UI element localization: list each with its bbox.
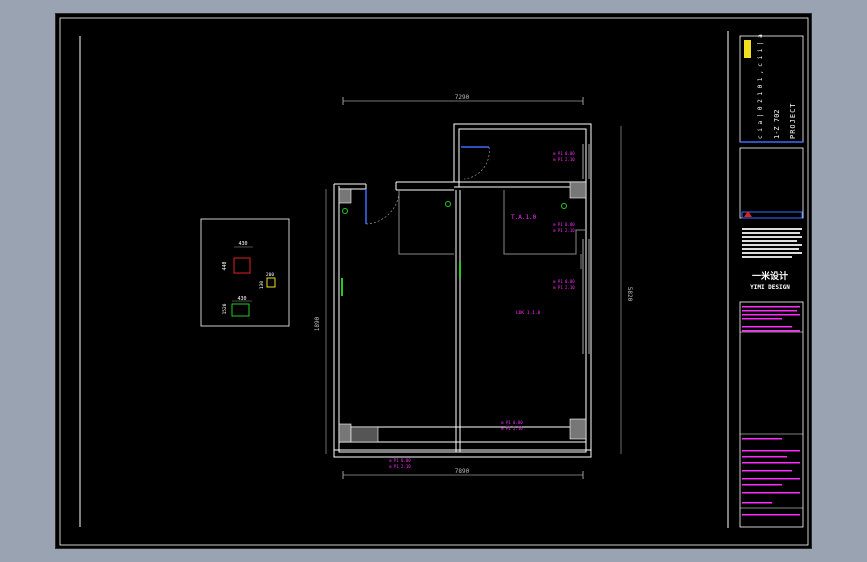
fixture-tag: ⊞ P1 0.80	[553, 151, 575, 156]
fixture-tag: ⊞ P1 2.10	[553, 157, 575, 162]
floor-plan: 7290 7890 1890 5820 T.A.1.0 LDK 1.1.0 ⊞ …	[314, 94, 633, 479]
company-name-cn: 一米设计	[752, 270, 788, 282]
dim-right-label: 5820	[626, 287, 633, 302]
walls	[333, 123, 592, 458]
fixture-tag: ⊞ P1 0.80	[553, 279, 575, 284]
drawing-frame	[59, 17, 809, 546]
detail-green-box	[231, 303, 250, 317]
dim-left-label: 1890	[314, 316, 321, 331]
room-label-upper: T.A.1.0	[511, 214, 537, 221]
detail-dim-mid: 430	[237, 296, 246, 302]
detail-dim-low: 1520	[222, 303, 228, 314]
detail-yellow-box	[266, 277, 276, 288]
fixture-tag: ⊞ P1 0.80	[389, 458, 411, 463]
title-rotated-strip: c i a | 0 2 1 0 1 , c i i | a	[757, 34, 764, 139]
detail-dim-top: 430	[238, 241, 247, 247]
detail-legend: 430 440 200 130 430 1520	[200, 218, 290, 327]
dim-bottom-label: 7890	[455, 468, 470, 475]
dimension-bottom: 7890	[342, 468, 584, 479]
cad-drawing: 7290 7890 1890 5820 T.A.1.0 LDK 1.1.0 ⊞ …	[59, 17, 809, 546]
dim-top-label: 7290	[455, 94, 470, 101]
door-swings	[365, 146, 490, 225]
detail-dim-side: 440	[222, 261, 228, 270]
revision-rows	[742, 306, 800, 516]
title-logo-mark	[744, 40, 751, 58]
title-block: c i a | 0 2 1 0 1 , c i i | a 1-Z 702 PR…	[727, 31, 804, 528]
fixture-tag: ⊞ P1 2.10	[553, 228, 575, 233]
project-code: 1-Z 702	[773, 109, 781, 139]
dimension-left: 1890	[314, 189, 327, 454]
dimension-top: 7290	[342, 94, 584, 105]
company-name-en: YIMI DESIGN	[750, 284, 790, 291]
annotations: T.A.1.0 LDK 1.1.0 ⊞ P1 0.80 ⊞ P1 2.10 ⊞ …	[389, 151, 575, 469]
room-label-center: LDK 1.1.0	[516, 310, 541, 316]
notes-block	[742, 228, 802, 258]
project-word: PROJECT	[789, 102, 797, 139]
fixture-tag: ⊞ P1 0.80	[501, 420, 523, 425]
detail-red-box	[233, 257, 251, 274]
detail-dim-small: 200	[266, 272, 274, 278]
drawing-sheet: 7290 7890 1890 5820 T.A.1.0 LDK 1.1.0 ⊞ …	[55, 13, 812, 549]
fixture-tag: ⊞ P1 2.10	[553, 285, 575, 290]
dimension-right: 5820	[620, 126, 633, 454]
fixture-tag: ⊞ P1 0.80	[553, 222, 575, 227]
columns	[338, 181, 587, 443]
detail-dim-box: 130	[259, 281, 265, 289]
fixture-tag: ⊞ P1 2.10	[501, 426, 523, 431]
title-grid	[740, 331, 803, 509]
fixture-tag: ⊞ P1 2.10	[389, 464, 411, 469]
